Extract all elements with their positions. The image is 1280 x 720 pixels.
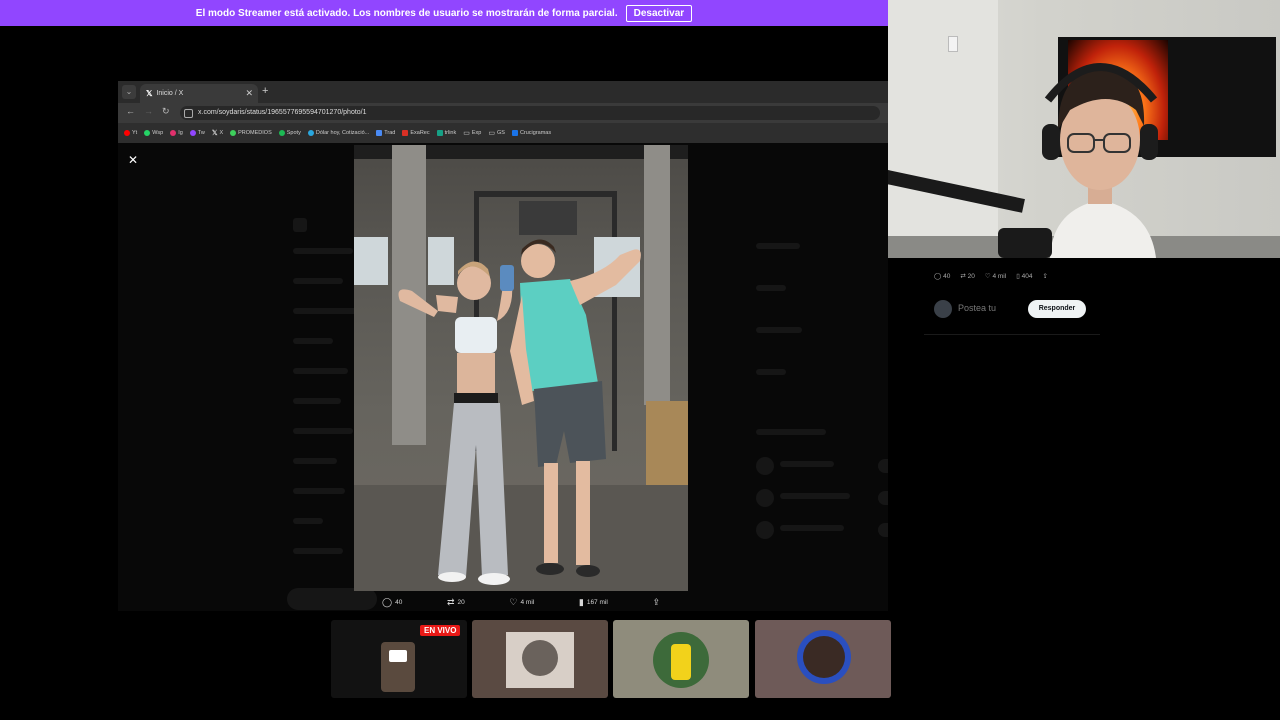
streamer-mode-message: El modo Streamer está activado. Los nomb… [195,7,618,19]
like-action[interactable]: ♡ 4 mil [985,272,1006,280]
bookmark-trlink[interactable]: trlink [436,130,456,136]
reply-icon: ◯ [934,273,944,280]
new-tab-icon[interactable]: + [262,85,268,97]
folder-icon: ▭ [488,130,495,137]
repost-action[interactable]: ⇄ 20 [960,272,975,280]
translate-icon [376,130,383,136]
trlink-icon [436,130,443,136]
youtube-icon [124,130,130,136]
bookmark-x[interactable]: 𝕏X [212,129,223,137]
tab-home[interactable]: 𝕏 Inicio / X ✕ [140,84,258,103]
post-sidebar: ◯ 40 ⇄ 20 ♡ 4 mil ▯ 404 ⇪ Postea tu Resp… [924,262,1100,612]
reply-button[interactable]: Responder [1028,300,1086,318]
share-icon: ⇪ [652,596,660,607]
monitor-icon [389,650,407,662]
tab-bar: ⌄ 𝕏 Inicio / X ✕ + [118,81,888,103]
reload-icon[interactable]: ↻ [162,106,170,117]
wall [888,0,998,258]
thumb-player[interactable] [613,620,749,698]
views-chart-icon: ▮ [578,596,584,607]
share-action[interactable]: ⇪ [1042,272,1047,280]
share-icon: ⇪ [1042,273,1048,280]
avatar [934,300,952,318]
live-badge: EN VIVO [420,625,461,636]
divider [924,334,1100,335]
bookmark-yt[interactable]: Yt [124,130,137,136]
twitch-icon [189,130,196,136]
bookmark-gs[interactable]: ▭ GS [488,129,505,137]
bookmark-promedios[interactable]: PROMEDIOS [230,130,272,136]
x-logo-icon: 𝕏 [146,89,153,98]
streamer-person [1042,63,1158,258]
bookmark-trad[interactable]: Trad [376,130,395,136]
spotify-icon [278,130,285,136]
site-info-icon[interactable] [184,109,193,118]
thumb-avatar[interactable] [755,620,891,698]
people-illustration [398,239,641,585]
x-icon: 𝕏 [211,130,218,137]
thumb-raccoon[interactable] [472,620,608,698]
forward-icon[interactable]: → [144,106,153,116]
bookmark-exp[interactable]: ▭ Exp [463,129,481,137]
repost-icon: ⇄ [446,596,455,607]
deactivate-button[interactable]: Desactivar [625,4,693,22]
wall-outlet [948,36,958,52]
raccoon-face [522,640,558,676]
microphone [998,228,1052,258]
bookmark-tw[interactable]: Tw [189,130,205,136]
reply-action[interactable]: ◯ 40 [934,272,950,280]
dolar-icon [307,130,314,136]
like-action[interactable]: ♡ 4 mil [509,597,534,608]
address-bar[interactable]: x.com/soydaris/status/196557769559470127… [180,106,880,120]
reply-action[interactable]: ◯ 40 [382,597,402,608]
bookmark-wsp[interactable]: Wsp [144,130,163,136]
share-action[interactable]: ⇪ [652,597,660,608]
x-photo-viewer: ✕ ◯ 40 ⇄ 20 ♡ 4 mil ▮ 167 mil ⇪ [118,143,888,611]
player-jersey [671,644,691,680]
promedios-icon [230,130,237,136]
post-photo[interactable] [354,145,688,591]
bookmarks-bar: Yt Wsp Ig Tw 𝕏X PROMEDIOS Spoty Dólar ho… [118,123,888,143]
reply-icon: ◯ [382,596,393,607]
tab-title: Inicio / X [156,90,184,97]
instagram-icon [170,130,177,136]
photo-action-bar: ◯ 40 ⇄ 20 ♡ 4 mil ▮ 167 mil ⇪ [354,595,688,609]
tab-search-icon[interactable]: ⌄ [122,85,136,99]
bookmark-spoty[interactable]: Spoty [278,130,301,136]
address-toolbar: ← → ↻ x.com/soydaris/status/196557769559… [118,103,888,123]
whatsapp-icon [144,130,151,136]
browser-window: ⌄ 𝕏 Inicio / X ✕ + ← → ↻ x.com/soydaris/… [118,81,888,611]
views-action[interactable]: ▮ 167 mil [579,597,608,608]
repost-action[interactable]: ⇄ 20 [447,597,465,608]
folder-icon: ▭ [463,130,470,137]
post-action-bar: ◯ 40 ⇄ 20 ♡ 4 mil ▯ 404 ⇪ [934,272,1094,280]
exarec-icon [402,130,409,136]
crucigramas-icon [511,130,518,136]
bookmark-crucigramas[interactable]: Crucigramas [511,130,551,136]
heart-icon: ♡ [509,596,518,607]
close-icon[interactable]: ✕ [128,153,138,167]
streamer-mode-banner: El modo Streamer está activado. Los nomb… [0,0,888,26]
repost-icon: ⇄ [960,273,968,280]
bookmark-ig[interactable]: Ig [170,130,183,136]
reply-input[interactable]: Postea tu [958,303,996,313]
bookmark-dolar[interactable]: Dólar hoy, Cotizació... [307,130,369,136]
bookmark-exarec[interactable]: ExaRec [402,130,430,136]
avatar-face [803,636,845,678]
back-icon[interactable]: ← [126,106,135,116]
webcam-overlay [888,0,1280,258]
bookmark-action[interactable]: ▯ 404 [1016,272,1032,280]
tab-close-icon[interactable]: ✕ [245,88,253,99]
